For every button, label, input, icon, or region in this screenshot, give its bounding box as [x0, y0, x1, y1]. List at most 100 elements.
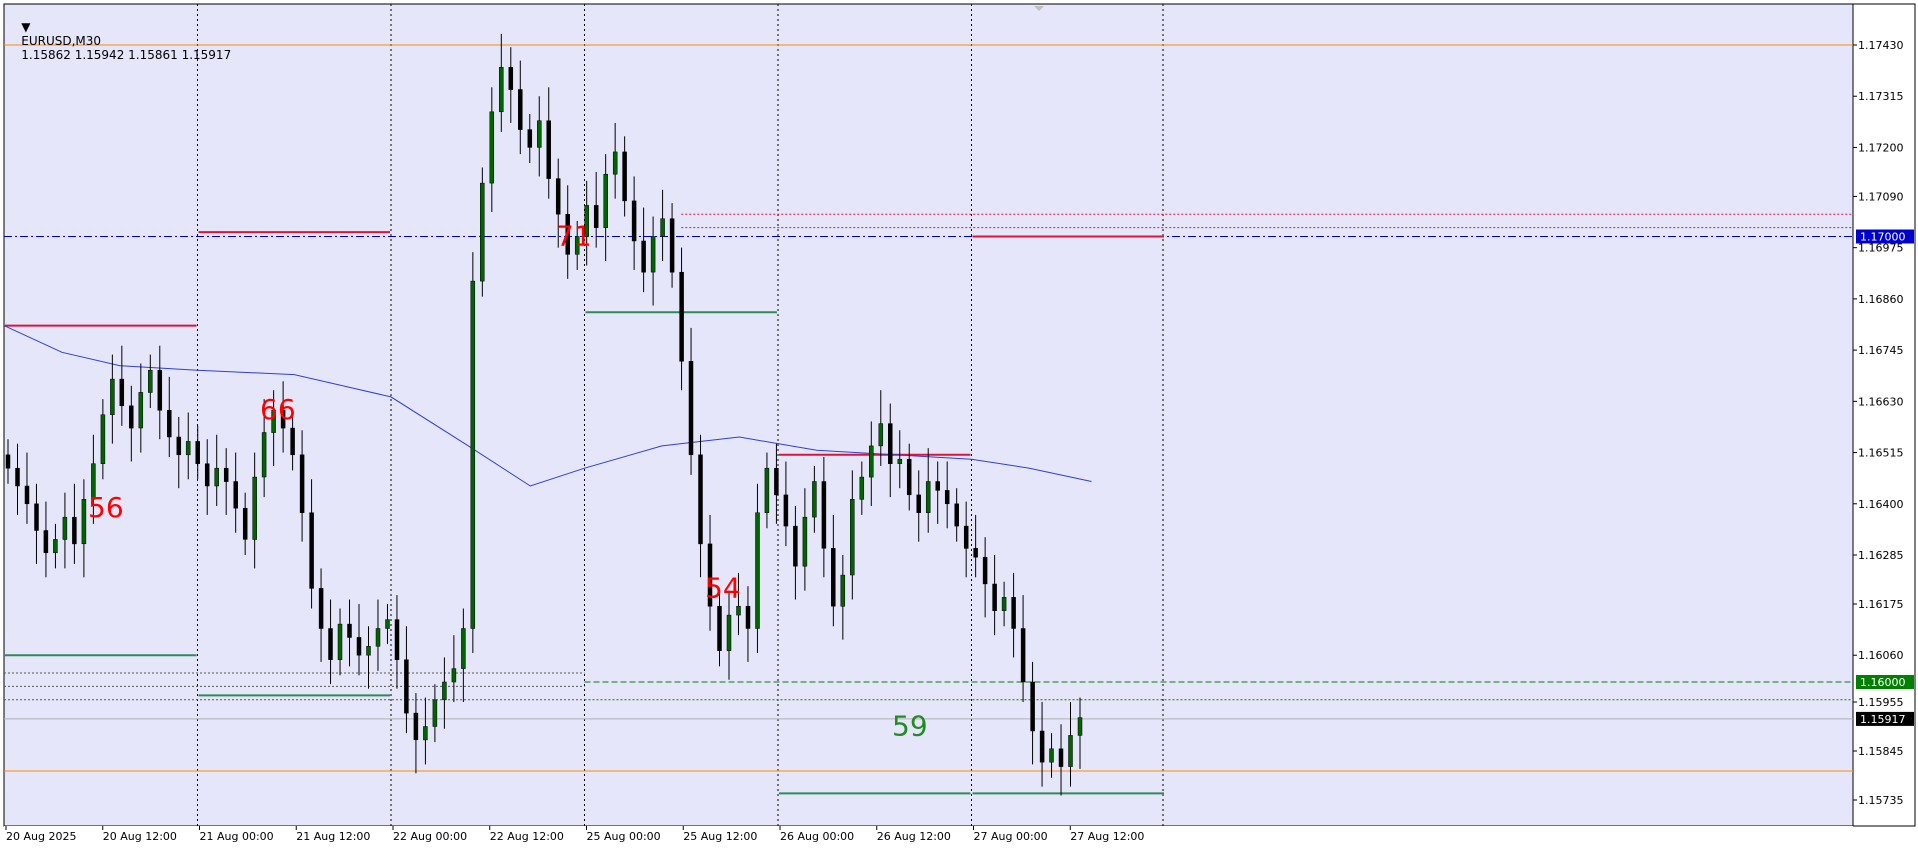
candle-body[interactable] [669, 218, 675, 273]
candle-body[interactable] [1058, 748, 1064, 767]
candle-body[interactable] [897, 458, 903, 464]
candle-body[interactable] [43, 530, 49, 554]
candle-body[interactable] [612, 151, 618, 175]
candle-body[interactable] [148, 369, 153, 393]
candle-body[interactable] [461, 628, 466, 669]
candle-body[interactable] [385, 619, 390, 629]
candle-body[interactable] [366, 646, 371, 656]
candle-body[interactable] [925, 481, 931, 513]
candle-body[interactable] [802, 516, 808, 567]
candle-body[interactable] [821, 481, 827, 549]
candle-body[interactable] [631, 200, 637, 242]
candle-body[interactable] [328, 628, 333, 660]
candle-body[interactable] [261, 432, 267, 478]
candle-body[interactable] [110, 378, 115, 415]
candle-body[interactable] [34, 503, 39, 531]
candle-body[interactable] [129, 405, 134, 429]
candle-body[interactable] [992, 583, 997, 611]
candle-body[interactable] [5, 454, 11, 469]
candle-body[interactable] [622, 151, 627, 202]
candle-body[interactable] [869, 445, 874, 478]
candle-body[interactable] [1030, 681, 1035, 732]
candle-body[interactable] [404, 659, 409, 714]
candle-body[interactable] [413, 712, 419, 741]
candle-body[interactable] [859, 476, 865, 500]
candle-body[interactable] [963, 525, 969, 549]
candle-body[interactable] [394, 619, 400, 660]
candle-body[interactable] [679, 271, 684, 362]
candle-body[interactable] [774, 467, 779, 496]
candle-body[interactable] [1011, 597, 1016, 629]
candle-body[interactable] [432, 699, 438, 727]
candle-body[interactable] [15, 467, 20, 487]
candle-body[interactable] [935, 481, 940, 491]
candle-body[interactable] [442, 681, 447, 701]
candle-body[interactable] [214, 467, 219, 487]
candle-body[interactable] [223, 467, 229, 482]
candle-body[interactable] [167, 410, 172, 438]
candle-body[interactable] [982, 556, 988, 585]
candle-body[interactable] [290, 427, 295, 456]
candle-body[interactable] [916, 494, 921, 513]
candle-body[interactable] [1020, 628, 1026, 683]
candle-body[interactable] [688, 361, 694, 456]
candle-body[interactable] [337, 623, 343, 660]
candle-body[interactable] [973, 548, 978, 558]
price-chart[interactable]: 56 66 71 54 59 1.17430 1.17315 1.17200 1.17090 1… [0, 0, 1918, 844]
candle-body[interactable] [252, 476, 257, 540]
candle-body[interactable] [1068, 735, 1073, 767]
candle-body[interactable] [1077, 717, 1083, 736]
candle-body[interactable] [318, 588, 324, 629]
candle-body[interactable] [185, 441, 191, 456]
candle-body[interactable] [745, 605, 751, 629]
candle-body[interactable] [508, 67, 514, 90]
candle-body[interactable] [138, 392, 144, 429]
candle-body[interactable] [347, 623, 352, 638]
candle-body[interactable] [906, 458, 912, 496]
candle-body[interactable] [233, 481, 238, 509]
candle-body[interactable] [812, 481, 817, 518]
candle-body[interactable] [944, 490, 950, 505]
candle-body[interactable] [783, 494, 789, 527]
candle-body[interactable] [755, 512, 760, 629]
chart-window[interactable]: 56 66 71 54 59 1.17430 1.17315 1.17200 1.17090 1… [0, 0, 1918, 844]
candle-body[interactable] [537, 120, 542, 148]
candle-body[interactable] [1049, 748, 1054, 763]
candle-body[interactable] [119, 378, 125, 407]
candle-body[interactable] [764, 467, 770, 513]
candle-body[interactable] [195, 441, 200, 464]
candle-body[interactable] [726, 614, 732, 651]
candle-body[interactable] [736, 605, 741, 616]
candle-body[interactable] [698, 454, 703, 545]
candle-body[interactable] [527, 129, 533, 148]
candle-body[interactable] [840, 574, 846, 607]
candle-body[interactable] [878, 423, 884, 447]
candle-body[interactable] [489, 111, 495, 184]
candle-body[interactable] [72, 516, 77, 545]
candle-body[interactable] [309, 512, 314, 589]
candle-body[interactable] [451, 668, 457, 683]
candle-body[interactable] [470, 280, 476, 629]
candle-body[interactable] [850, 499, 855, 576]
candle-body[interactable] [888, 423, 893, 464]
candle-body[interactable] [518, 89, 523, 130]
candle-body[interactable] [546, 120, 551, 179]
candle-body[interactable] [299, 454, 305, 513]
candle-body[interactable] [603, 173, 608, 228]
candle-body[interactable] [954, 503, 959, 527]
candle-body[interactable] [157, 369, 163, 411]
candle-body[interactable] [717, 605, 722, 651]
candle-body[interactable] [176, 436, 182, 456]
candle-body[interactable] [1001, 597, 1007, 611]
candle-body[interactable] [499, 67, 504, 113]
candle-body[interactable] [100, 414, 106, 464]
candle-body[interactable] [641, 240, 646, 273]
candle-body[interactable] [555, 178, 561, 215]
candle-body[interactable] [62, 516, 68, 540]
candle-body[interactable] [242, 507, 248, 540]
candle-body[interactable] [660, 218, 665, 237]
candle-body[interactable] [24, 485, 30, 505]
candle-body[interactable] [53, 539, 58, 554]
candle-body[interactable] [480, 182, 485, 282]
candle-body[interactable] [204, 463, 210, 487]
